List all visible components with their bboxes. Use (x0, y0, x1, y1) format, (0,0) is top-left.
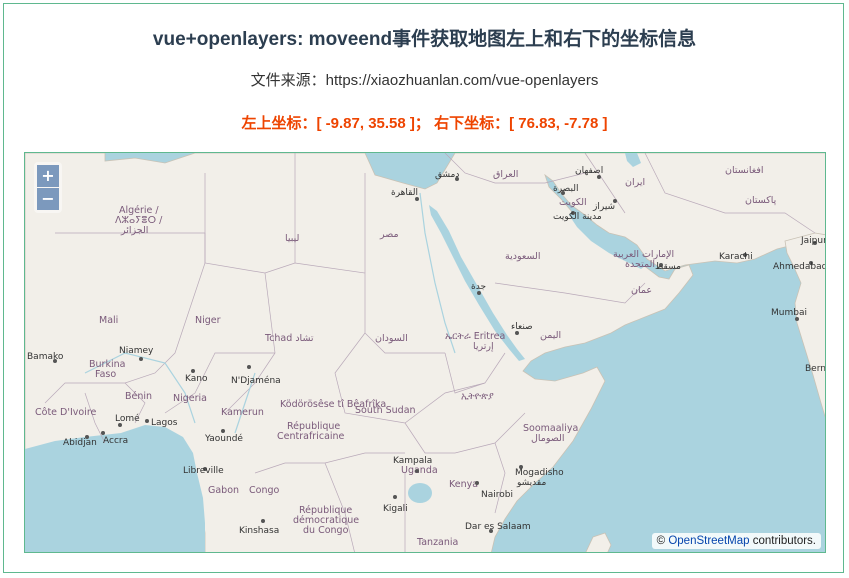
lake-victoria (408, 483, 432, 503)
svg-text:Mumbai: Mumbai (771, 308, 807, 318)
svg-text:Dar es Salaam: Dar es Salaam (465, 522, 531, 532)
svg-text:المتحدة: المتحدة (625, 259, 655, 270)
svg-text:الكويت: الكويت (559, 197, 587, 208)
zoom-in-button[interactable]: + (37, 165, 59, 187)
zoom-control: + − (34, 162, 62, 213)
svg-text:Kinshasa: Kinshasa (239, 526, 279, 536)
svg-text:القاهرة: القاهرة (391, 188, 418, 198)
svg-text:عمان: عمان (631, 285, 652, 296)
svg-text:Libreville: Libreville (183, 466, 224, 476)
svg-text:مقديشو: مقديشو (516, 478, 546, 488)
svg-text:البصرة: البصرة (553, 184, 578, 194)
page-title: vue+openlayers: moveend事件获取地图左上和右下的坐标信息 (152, 29, 697, 50)
svg-text:الصومال: الصومال (531, 433, 565, 444)
svg-text:Kampala: Kampala (393, 456, 432, 466)
map-canvas[interactable]: Algérie / ⴷⵣⴰⵢⴻⵔ / الجزائر ليبيا مصر Mal… (25, 153, 826, 553)
svg-text:پاکستان: پاکستان (745, 195, 777, 206)
svg-text:Niamey: Niamey (119, 346, 154, 356)
svg-text:Kigali: Kigali (383, 504, 408, 514)
svg-text:Bénin: Bénin (125, 391, 152, 402)
svg-text:ایران: ایران (625, 177, 645, 188)
svg-text:Kamerun: Kamerun (221, 407, 264, 418)
svg-text:شیراز: شیراز (592, 202, 615, 212)
svg-text:Bern: Bern (805, 364, 826, 374)
svg-text:Faso: Faso (95, 369, 116, 380)
svg-text:Congo: Congo (249, 485, 279, 496)
svg-text:السعودية: السعودية (505, 251, 540, 262)
source-text: 文件来源：https://xiaozhuanlan.com/vue-openla… (250, 72, 599, 89)
attribution-suffix: contributors. (749, 535, 816, 547)
svg-text:مصر: مصر (379, 229, 399, 240)
svg-text:Accra: Accra (103, 436, 128, 446)
svg-text:Yaoundé: Yaoundé (204, 433, 243, 444)
svg-text:العراق: العراق (493, 169, 518, 180)
svg-text:ኢትዮጵያ: ኢትዮጵያ (461, 391, 494, 402)
svg-text:Karachi: Karachi (719, 252, 753, 262)
svg-text:Mali: Mali (99, 315, 118, 326)
svg-text:مسقط: مسقط (655, 262, 681, 272)
svg-text:صنعاء: صنعاء (511, 322, 533, 332)
svg-text:Mogadisho: Mogadisho (515, 468, 564, 478)
svg-text:Tchad تشاد: Tchad تشاد (264, 333, 314, 344)
svg-text:جدة: جدة (471, 282, 486, 292)
svg-text:Lagos: Lagos (151, 418, 178, 428)
svg-text:السودان: السودان (375, 333, 408, 344)
svg-text:Uganda: Uganda (401, 465, 438, 476)
svg-text:N'Djaména: N'Djaména (231, 375, 281, 386)
svg-text:Ködörösêse tî Bêafrîka: Ködörösêse tî Bêafrîka (280, 399, 386, 410)
svg-text:Gabon: Gabon (208, 485, 239, 496)
svg-text:Abidjan: Abidjan (63, 438, 97, 448)
svg-text:Jaipur: Jaipur (800, 236, 826, 246)
svg-text:Ahmedabad: Ahmedabad (773, 262, 826, 272)
zoom-out-button[interactable]: − (37, 188, 59, 210)
svg-text:Kenya: Kenya (449, 479, 478, 490)
svg-text:Côte D'Ivoire: Côte D'Ivoire (35, 407, 97, 418)
svg-text:إرتريا: إرتريا (473, 341, 494, 352)
svg-text:du Congo: du Congo (303, 525, 349, 536)
svg-text:Bamako: Bamako (27, 352, 64, 362)
svg-text:افغانستان: افغانستان (725, 165, 764, 176)
coordinates-readout: 左上坐标：[ -9.87, 35.58 ]； 右下坐标：[ 76.83, -7.… (241, 115, 608, 132)
svg-text:ليبيا: ليبيا (285, 233, 299, 244)
svg-text:Lomé: Lomé (115, 413, 140, 424)
svg-text:Nigeria: Nigeria (173, 393, 207, 404)
svg-text:اصفهان: اصفهان (575, 166, 603, 176)
svg-text:Tanzania: Tanzania (416, 537, 458, 548)
svg-text:اليمن: اليمن (540, 330, 561, 341)
map-attribution: © OpenStreetMap contributors. (651, 533, 821, 549)
svg-text:Centrafricaine: Centrafricaine (277, 431, 345, 442)
svg-text:Nairobi: Nairobi (481, 490, 513, 500)
map-viewport[interactable]: Algérie / ⴷⵣⴰⵢⴻⵔ / الجزائر ليبيا مصر Mal… (24, 152, 826, 553)
attribution-prefix: © (656, 535, 666, 547)
svg-text:Niger: Niger (195, 315, 221, 326)
svg-text:الجزائر: الجزائر (120, 225, 148, 236)
svg-text:مدينة الكويت: مدينة الكويت (553, 212, 602, 222)
openstreetmap-link[interactable]: OpenStreetMap (668, 535, 749, 547)
svg-text:Kano: Kano (185, 374, 208, 384)
svg-text:دمشق: دمشق (435, 170, 459, 180)
